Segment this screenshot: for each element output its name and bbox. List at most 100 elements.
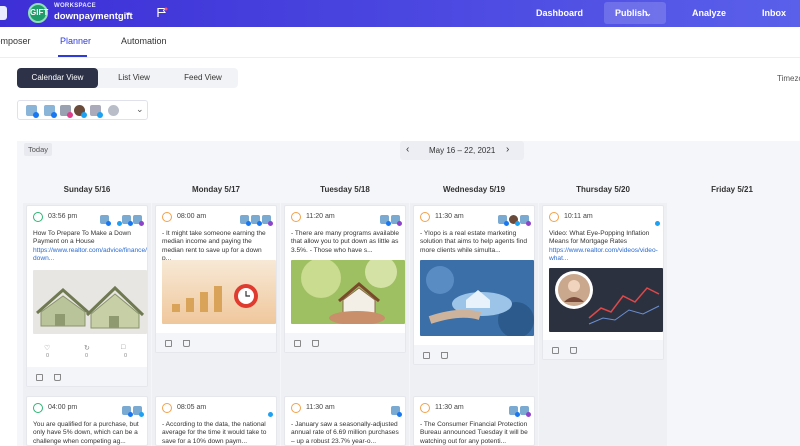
post-text: - There are many programs available that… bbox=[291, 230, 399, 254]
nav-dashboard[interactable]: Dashboard bbox=[536, 0, 583, 27]
day-header: Friday 5/21 bbox=[711, 185, 753, 194]
clock-icon bbox=[162, 403, 172, 413]
list-view-button[interactable]: List View bbox=[109, 68, 159, 88]
view-switcher: Calendar View List View Feed View bbox=[17, 68, 238, 88]
post-image bbox=[33, 270, 147, 334]
calendar-view-button[interactable]: Calendar View bbox=[17, 68, 98, 88]
repost-icon: ↻ bbox=[84, 345, 90, 352]
platform-icons bbox=[647, 211, 660, 226]
post-image bbox=[420, 260, 534, 336]
post-time: 08:05 am bbox=[177, 404, 207, 411]
edit-icon[interactable] bbox=[294, 340, 301, 347]
post-time: 08:00 am bbox=[177, 213, 207, 220]
platform-icons bbox=[120, 402, 144, 417]
post-card[interactable]: 10:11 am Video: What Eye-Popping Inflati… bbox=[542, 205, 664, 360]
today-button[interactable]: Today bbox=[24, 143, 52, 156]
top-bar: GIFT WORKSPACE downpaymentgift ⌄ Dashboa… bbox=[0, 0, 800, 27]
trash-icon[interactable] bbox=[441, 352, 448, 359]
account-avatar bbox=[74, 105, 87, 118]
chevron-right-icon[interactable]: › bbox=[506, 144, 509, 155]
chevron-down-icon[interactable]: ⌄ bbox=[136, 104, 144, 115]
post-time: 11:30 am bbox=[435, 213, 464, 220]
check-circle-icon bbox=[33, 212, 43, 222]
platform-icons bbox=[389, 402, 402, 417]
platform-icons bbox=[238, 211, 273, 226]
trash-icon[interactable] bbox=[183, 340, 190, 347]
post-time: 04:00 pm bbox=[48, 404, 78, 411]
post-time: 11:30 am bbox=[306, 404, 335, 411]
post-card[interactable]: 08:05 am - According to the data, the na… bbox=[155, 396, 277, 446]
post-card[interactable]: 03:56 pm How To Prepare To Make a Down P… bbox=[26, 205, 148, 387]
nav-publish[interactable]: Publish bbox=[615, 0, 648, 27]
trash-icon[interactable] bbox=[54, 374, 61, 381]
post-card[interactable]: 08:00 am - It might take someone earning… bbox=[155, 205, 277, 353]
post-image bbox=[162, 260, 276, 324]
trash-icon[interactable] bbox=[570, 347, 577, 354]
tab-automation[interactable]: Automation bbox=[121, 36, 167, 46]
comment-count: 0 bbox=[124, 353, 128, 359]
more-accounts-badge bbox=[108, 105, 119, 116]
trash-icon[interactable] bbox=[312, 340, 319, 347]
platform-icons bbox=[507, 402, 531, 417]
post-card[interactable]: 11:20 am - There are many programs avail… bbox=[284, 205, 406, 353]
post-actions bbox=[543, 340, 663, 359]
workspace-logo[interactable]: GIFT bbox=[28, 3, 48, 23]
workspace-label: WORKSPACE bbox=[54, 3, 96, 9]
post-stats: ♡ ↻ □ 0 0 0 bbox=[27, 336, 147, 359]
platform-icons bbox=[260, 402, 273, 417]
post-text: Video: What Eye-Popping Inflation Means … bbox=[549, 230, 658, 263]
edit-icon[interactable] bbox=[423, 352, 430, 359]
feed-view-button[interactable]: Feed View bbox=[177, 68, 229, 88]
sidebar-toggle[interactable] bbox=[0, 6, 7, 20]
duplicate-icon[interactable] bbox=[36, 374, 43, 381]
day-header: Thursday 5/20 bbox=[576, 185, 630, 194]
repost-count: 0 bbox=[85, 353, 89, 359]
post-card[interactable]: 11:30 am - Ylopo is a real estate market… bbox=[413, 205, 535, 365]
timezone-label[interactable]: Timezo bbox=[777, 74, 800, 83]
post-text: You are qualified for a purchase, but on… bbox=[33, 421, 139, 445]
clock-icon bbox=[291, 212, 301, 222]
day-header: Monday 5/17 bbox=[191, 185, 240, 194]
post-text: - According to the data, the national av… bbox=[162, 421, 267, 445]
post-card[interactable]: 11:30 am - The Consumer Financial Protec… bbox=[413, 396, 535, 446]
post-time: 11:30 am bbox=[435, 404, 464, 411]
tab-planner[interactable]: Planner bbox=[60, 36, 91, 46]
active-tab-indicator bbox=[58, 55, 87, 57]
nav-inbox[interactable]: Inbox bbox=[762, 0, 786, 27]
post-image bbox=[291, 260, 405, 324]
workspace-name[interactable]: downpaymentgift bbox=[54, 11, 133, 22]
clock-icon bbox=[420, 403, 430, 413]
post-actions bbox=[414, 345, 534, 364]
chevron-left-icon[interactable]: ‹ bbox=[406, 144, 409, 155]
post-link[interactable]: https://www.realtor.com/advice/finance/p… bbox=[33, 247, 147, 262]
chevron-down-icon[interactable]: ⌄ bbox=[124, 7, 132, 18]
post-text: - It might take someone earning the medi… bbox=[162, 230, 266, 263]
clock-icon bbox=[420, 212, 430, 222]
post-card[interactable]: 11:30 am - January saw a seasonally-adju… bbox=[284, 396, 406, 446]
account-avatar bbox=[44, 105, 57, 118]
account-avatar bbox=[90, 105, 103, 118]
post-actions bbox=[285, 333, 405, 352]
edit-icon[interactable] bbox=[552, 347, 559, 354]
post-time: 10:11 am bbox=[564, 213, 593, 220]
post-time: 11:20 am bbox=[306, 213, 335, 220]
platform-icons bbox=[496, 211, 531, 226]
platform-icons bbox=[378, 211, 402, 226]
platform-icons bbox=[98, 211, 144, 226]
day-header: Wednesday 5/19 bbox=[442, 185, 506, 194]
account-avatar bbox=[26, 105, 39, 118]
account-selector[interactable]: ⌄ bbox=[17, 100, 148, 120]
post-text: - The Consumer Financial Protection Bure… bbox=[420, 421, 528, 445]
clock-icon bbox=[549, 212, 559, 222]
post-text: - Ylopo is a real estate marketing solut… bbox=[420, 230, 528, 254]
chevron-down-icon[interactable]: ⌄ bbox=[645, 0, 652, 27]
post-link[interactable]: https://www.realtor.com/videos/video-wha… bbox=[549, 247, 658, 262]
date-range-label: May 16 – 22, 2021 bbox=[429, 146, 496, 155]
post-card[interactable]: 04:00 pm You are qualified for a purchas… bbox=[26, 396, 148, 446]
flag-icon[interactable] bbox=[156, 7, 168, 18]
nav-analyze[interactable]: Analyze bbox=[692, 0, 726, 27]
tab-composer[interactable]: Composer bbox=[0, 36, 31, 46]
account-avatar bbox=[60, 105, 73, 118]
comment-icon: □ bbox=[121, 344, 126, 351]
edit-icon[interactable] bbox=[165, 340, 172, 347]
